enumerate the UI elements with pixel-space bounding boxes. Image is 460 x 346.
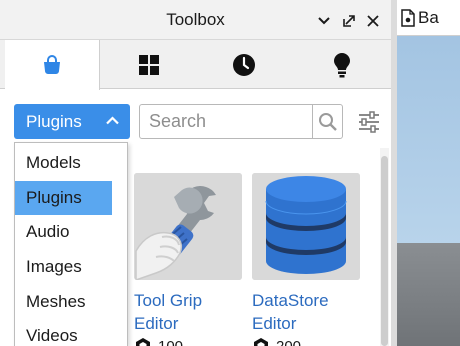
dropdown-option-plugins[interactable]: Plugins	[15, 180, 112, 216]
asset-name-line2: Editor	[134, 314, 179, 333]
database-icon	[252, 173, 360, 280]
asset-name-line1: DataStore	[252, 291, 329, 310]
dropdown-option-meshes[interactable]: Meshes	[15, 284, 127, 319]
asset-card-datastore-editor[interactable]: DataStore Editor 200	[252, 173, 360, 346]
dropdown-option-videos[interactable]: Videos	[15, 319, 127, 346]
viewport-ground	[397, 243, 460, 346]
asset-name[interactable]: DataStore Editor	[252, 289, 360, 335]
dropdown-option-models[interactable]: Models	[15, 146, 127, 181]
toolbox-tabs	[0, 40, 391, 90]
toolbox-titlebar: Toolbox	[0, 0, 391, 40]
scrollbar-thumb[interactable]	[381, 156, 388, 346]
hexagon-badge-icon	[134, 337, 152, 346]
close-icon[interactable]	[364, 12, 382, 30]
grid-icon	[138, 54, 160, 76]
tab-inventory[interactable]	[101, 40, 196, 89]
dropdown-option-audio[interactable]: Audio	[15, 215, 127, 250]
shopping-bag-icon	[41, 54, 63, 76]
document-icon	[401, 9, 415, 27]
category-dropdown-list: Models Plugins Audio Images Meshes Video…	[14, 142, 128, 346]
asset-stat: 200	[252, 337, 301, 346]
tab-recent[interactable]	[196, 40, 291, 89]
search-box	[139, 104, 343, 139]
asset-stat-value: 100	[158, 337, 184, 346]
clock-icon	[232, 53, 256, 77]
wrench-hand-icon	[134, 173, 242, 280]
toolbox-panel: Toolbox Plugins Search Tool Grip Editor …	[0, 0, 391, 346]
category-selected-label: Plugins	[26, 111, 82, 131]
3d-viewport[interactable]	[397, 36, 460, 346]
asset-thumbnail	[134, 173, 242, 280]
hexagon-badge-icon	[252, 337, 270, 346]
document-tab-label: Ba	[418, 7, 439, 27]
filter-sliders-icon[interactable]	[356, 109, 382, 135]
search-icon[interactable]	[312, 105, 342, 138]
asset-stat: 100	[134, 337, 183, 346]
category-dropdown[interactable]: Plugins	[14, 104, 130, 139]
chevron-down-icon[interactable]	[315, 12, 333, 30]
asset-name-line2: Editor	[252, 314, 297, 333]
document-tab[interactable]: Ba	[397, 0, 460, 36]
asset-thumbnail	[252, 173, 360, 280]
tab-marketplace[interactable]	[5, 40, 100, 90]
chevron-up-icon	[106, 116, 119, 125]
undock-icon[interactable]	[340, 12, 358, 30]
dropdown-option-images[interactable]: Images	[15, 250, 127, 285]
asset-card-tool-grip-editor[interactable]: Tool Grip Editor 100	[134, 173, 242, 346]
asset-name[interactable]: Tool Grip Editor	[134, 289, 242, 335]
asset-stat-value: 200	[276, 337, 302, 346]
lightbulb-icon	[333, 52, 351, 78]
asset-name-line1: Tool Grip	[134, 291, 203, 310]
search-input[interactable]	[141, 106, 313, 137]
tab-creations[interactable]	[294, 40, 389, 89]
